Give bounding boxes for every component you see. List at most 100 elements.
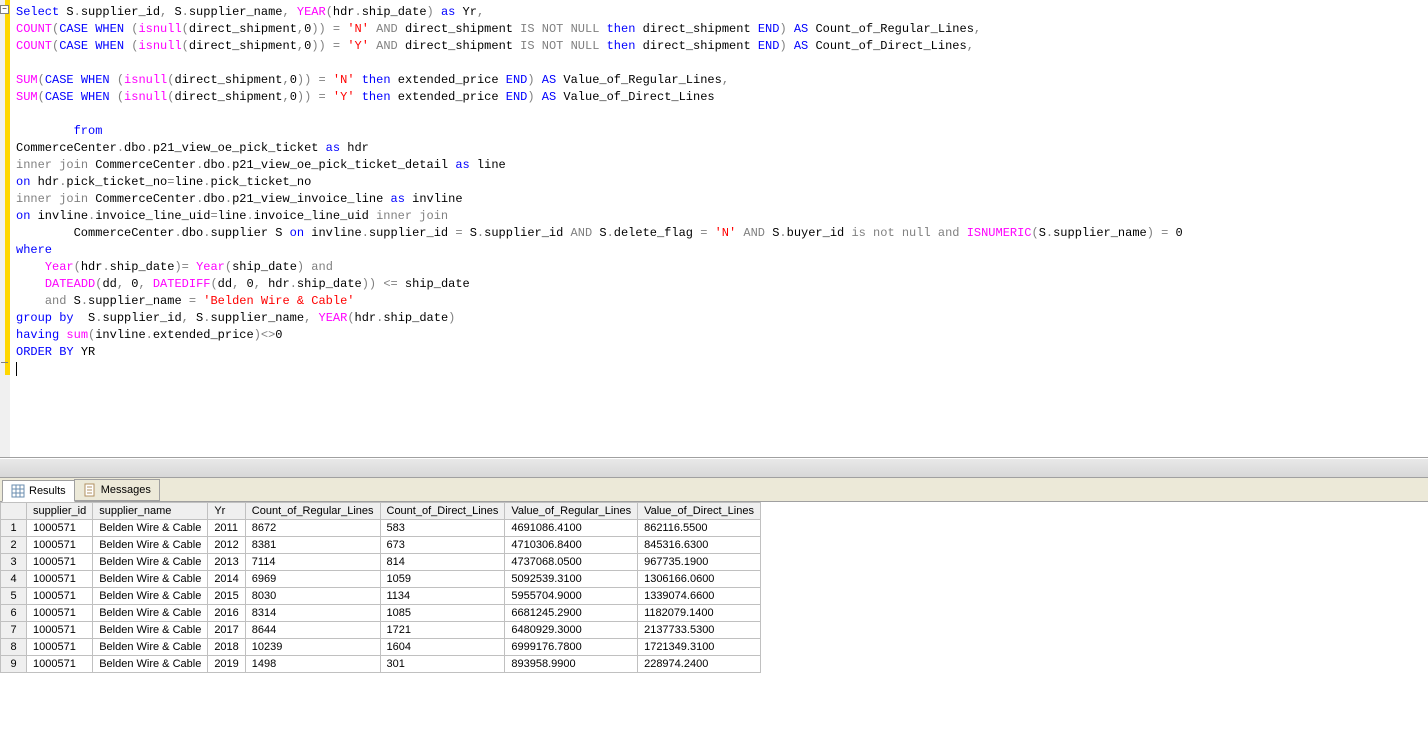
table-row[interactable]: 81000571Belden Wire & Cable2018102391604… [1,639,761,656]
cell[interactable]: 10239 [245,639,380,656]
table-row[interactable]: 61000571Belden Wire & Cable2016831410856… [1,605,761,622]
cell[interactable]: 2012 [208,537,245,554]
cell[interactable]: 893958.9900 [505,656,638,673]
row-number[interactable]: 6 [1,605,27,622]
cell[interactable]: 1498 [245,656,380,673]
cell[interactable]: 1000571 [27,639,93,656]
table-row[interactable]: 91000571Belden Wire & Cable2019149830189… [1,656,761,673]
cell[interactable]: 1306166.0600 [638,571,761,588]
row-number[interactable]: 5 [1,588,27,605]
cell[interactable]: 583 [380,520,505,537]
table-row[interactable]: 31000571Belden Wire & Cable2013711481447… [1,554,761,571]
cell[interactable]: 2014 [208,571,245,588]
cell[interactable]: 301 [380,656,505,673]
cell[interactable]: 2017 [208,622,245,639]
row-number[interactable]: 2 [1,537,27,554]
table-row[interactable]: 11000571Belden Wire & Cable2011867258346… [1,520,761,537]
column-header[interactable]: Count_of_Direct_Lines [380,503,505,520]
cell[interactable]: 4710306.8400 [505,537,638,554]
cell[interactable]: 845316.6300 [638,537,761,554]
cell[interactable]: 6999176.7800 [505,639,638,656]
cell[interactable]: 8644 [245,622,380,639]
sql-code-area[interactable]: Select S.supplier_id, S.supplier_name, Y… [10,0,1428,457]
cell[interactable]: 862116.5500 [638,520,761,537]
splitter-bar[interactable] [0,458,1428,478]
cell[interactable]: Belden Wire & Cable [93,639,208,656]
cell[interactable]: 1339074.6600 [638,588,761,605]
cell[interactable]: 2019 [208,656,245,673]
cell[interactable]: 5092539.3100 [505,571,638,588]
table-row[interactable]: 41000571Belden Wire & Cable2014696910595… [1,571,761,588]
cell[interactable]: Belden Wire & Cable [93,622,208,639]
cell[interactable]: 5955704.9000 [505,588,638,605]
cell[interactable]: 1604 [380,639,505,656]
row-number[interactable]: 8 [1,639,27,656]
column-header[interactable]: supplier_name [93,503,208,520]
row-number[interactable]: 9 [1,656,27,673]
cell[interactable]: 228974.2400 [638,656,761,673]
cell[interactable]: 1000571 [27,571,93,588]
cell[interactable]: Belden Wire & Cable [93,520,208,537]
cell[interactable]: 1721349.3100 [638,639,761,656]
table-row[interactable]: 51000571Belden Wire & Cable2015803011345… [1,588,761,605]
cell[interactable]: 1000571 [27,622,93,639]
results-grid-pane[interactable]: supplier_idsupplier_nameYrCount_of_Regul… [0,502,1428,734]
cell[interactable]: 1000571 [27,537,93,554]
cell[interactable]: 8381 [245,537,380,554]
row-number[interactable]: 1 [1,520,27,537]
cell[interactable]: 2015 [208,588,245,605]
cell[interactable]: 6480929.3000 [505,622,638,639]
row-header-corner[interactable] [1,503,27,520]
cell[interactable]: 1000571 [27,656,93,673]
cell[interactable]: 1000571 [27,554,93,571]
cell[interactable]: Belden Wire & Cable [93,588,208,605]
cell[interactable]: 4691086.4100 [505,520,638,537]
cell[interactable]: 1000571 [27,605,93,622]
cell[interactable]: 8030 [245,588,380,605]
row-number[interactable]: 4 [1,571,27,588]
cell[interactable]: Belden Wire & Cable [93,554,208,571]
cell[interactable]: 673 [380,537,505,554]
cell[interactable]: 1000571 [27,520,93,537]
table-row[interactable]: 71000571Belden Wire & Cable2017864417216… [1,622,761,639]
cell[interactable]: 7114 [245,554,380,571]
cell[interactable]: Belden Wire & Cable [93,656,208,673]
column-header[interactable]: Count_of_Regular_Lines [245,503,380,520]
cell[interactable]: Belden Wire & Cable [93,571,208,588]
sql-editor-pane: − Select S.supplier_id, S.supplier_name,… [0,0,1428,458]
results-table[interactable]: supplier_idsupplier_nameYrCount_of_Regul… [0,502,761,673]
cell[interactable]: 2018 [208,639,245,656]
cell[interactable]: 2013 [208,554,245,571]
cell[interactable]: 1085 [380,605,505,622]
results-tabs: Results Messages [0,478,1428,502]
cell[interactable]: Belden Wire & Cable [93,537,208,554]
cell[interactable]: 2011 [208,520,245,537]
cell[interactable]: 1000571 [27,588,93,605]
cell[interactable]: Belden Wire & Cable [93,605,208,622]
column-header[interactable]: Value_of_Regular_Lines [505,503,638,520]
cell[interactable]: 1182079.1400 [638,605,761,622]
cell[interactable]: 4737068.0500 [505,554,638,571]
cell[interactable]: 1059 [380,571,505,588]
cell[interactable]: 2016 [208,605,245,622]
cell[interactable]: 6969 [245,571,380,588]
fold-end-icon [1,362,8,363]
cell[interactable]: 8314 [245,605,380,622]
column-header[interactable]: Yr [208,503,245,520]
tab-results[interactable]: Results [2,480,75,502]
cell[interactable]: 2137733.5300 [638,622,761,639]
cell[interactable]: 1134 [380,588,505,605]
cell[interactable]: 814 [380,554,505,571]
cell[interactable]: 1721 [380,622,505,639]
change-indicator [5,0,10,375]
cell[interactable]: 6681245.2900 [505,605,638,622]
collapse-icon[interactable]: − [0,5,9,14]
cell[interactable]: 967735.1900 [638,554,761,571]
row-number[interactable]: 7 [1,622,27,639]
column-header[interactable]: supplier_id [27,503,93,520]
table-row[interactable]: 21000571Belden Wire & Cable2012838167347… [1,537,761,554]
row-number[interactable]: 3 [1,554,27,571]
cell[interactable]: 8672 [245,520,380,537]
column-header[interactable]: Value_of_Direct_Lines [638,503,761,520]
tab-messages[interactable]: Messages [74,479,160,501]
